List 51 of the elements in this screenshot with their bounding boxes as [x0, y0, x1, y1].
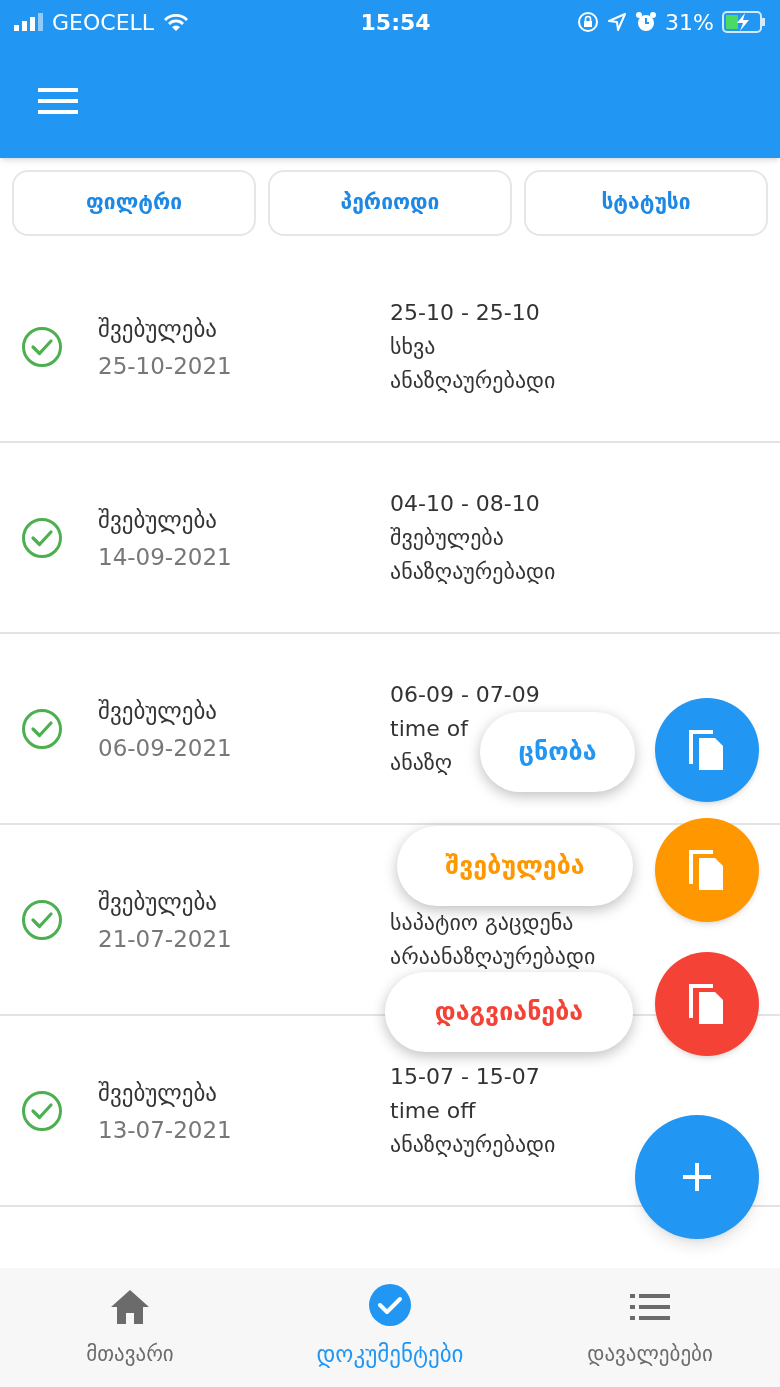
check-circle-icon	[21, 1089, 63, 1132]
wifi-icon	[162, 12, 191, 32]
document-type: შვებულება	[98, 887, 219, 918]
menu-option-label[interactable]: შვებულება	[397, 826, 633, 906]
payment-text: ანაზღაურებადი	[390, 366, 556, 395]
menu-icon[interactable]	[38, 87, 78, 115]
document-type: შვებულება	[98, 505, 219, 536]
check-circle-icon	[21, 516, 63, 559]
check-circle-icon	[369, 1284, 411, 1327]
plus-icon	[681, 1161, 713, 1193]
nav-tab[interactable]: მთავარი	[86, 1338, 174, 1371]
nav-tab[interactable]: დოკუმენტები	[316, 1337, 464, 1372]
document-type: შვებულება	[98, 314, 219, 345]
category-text: შვებულება	[390, 523, 505, 552]
carrier-name: GEOCELL	[52, 8, 155, 37]
document-date: 14-09-2021	[98, 542, 232, 572]
list-icon	[630, 1293, 670, 1320]
signal-icon	[14, 13, 44, 31]
period-text: 25-10 - 25-10	[390, 298, 541, 327]
category-text: time of	[390, 714, 470, 743]
document-date: 13-07-2021	[98, 1115, 232, 1145]
alarm-clock-icon	[635, 11, 658, 33]
check-circle-icon	[21, 325, 63, 368]
home-icon	[110, 1288, 150, 1325]
filter-button[interactable]: სტატუსი	[524, 170, 768, 236]
filter-button[interactable]: ფილტრი	[12, 170, 256, 236]
document-date: 25-10-2021	[98, 351, 232, 381]
battery-percent: 31%	[665, 8, 714, 37]
check-circle-icon	[21, 898, 63, 941]
rotation-lock-icon	[577, 11, 600, 33]
payment-text: არაანაზღაურებადი	[390, 942, 596, 971]
menu-option-label[interactable]: დაგვიანება	[385, 972, 633, 1052]
period-text: 15-07 - 15-07	[390, 1062, 541, 1091]
battery-charging-icon	[722, 11, 766, 33]
document-date: 06-09-2021	[98, 733, 232, 763]
document-type: შვებულება	[98, 696, 219, 727]
location-arrow-icon	[607, 12, 628, 32]
category-text: time off	[390, 1096, 477, 1125]
payment-text: ანაზღაურებადი	[390, 1130, 556, 1159]
period-text: 04-10 - 08-10	[390, 489, 541, 518]
category-text: სხვა	[390, 332, 437, 361]
nav-tab[interactable]: დავალებები	[587, 1338, 713, 1371]
document-type: შვებულება	[98, 1078, 219, 1109]
payment-text: ანაზღაურებადი	[390, 557, 556, 586]
period-text: 06-09 - 07-09	[390, 680, 540, 709]
filter-button[interactable]: პერიოდი	[268, 170, 512, 236]
menu-option-label[interactable]: ცნობა	[480, 712, 635, 792]
check-circle-icon	[21, 707, 63, 750]
document-date: 21-07-2021	[98, 924, 232, 954]
clock-time: 15:54	[359, 8, 432, 37]
category-text: საპატიო გაცდენა	[390, 908, 575, 937]
